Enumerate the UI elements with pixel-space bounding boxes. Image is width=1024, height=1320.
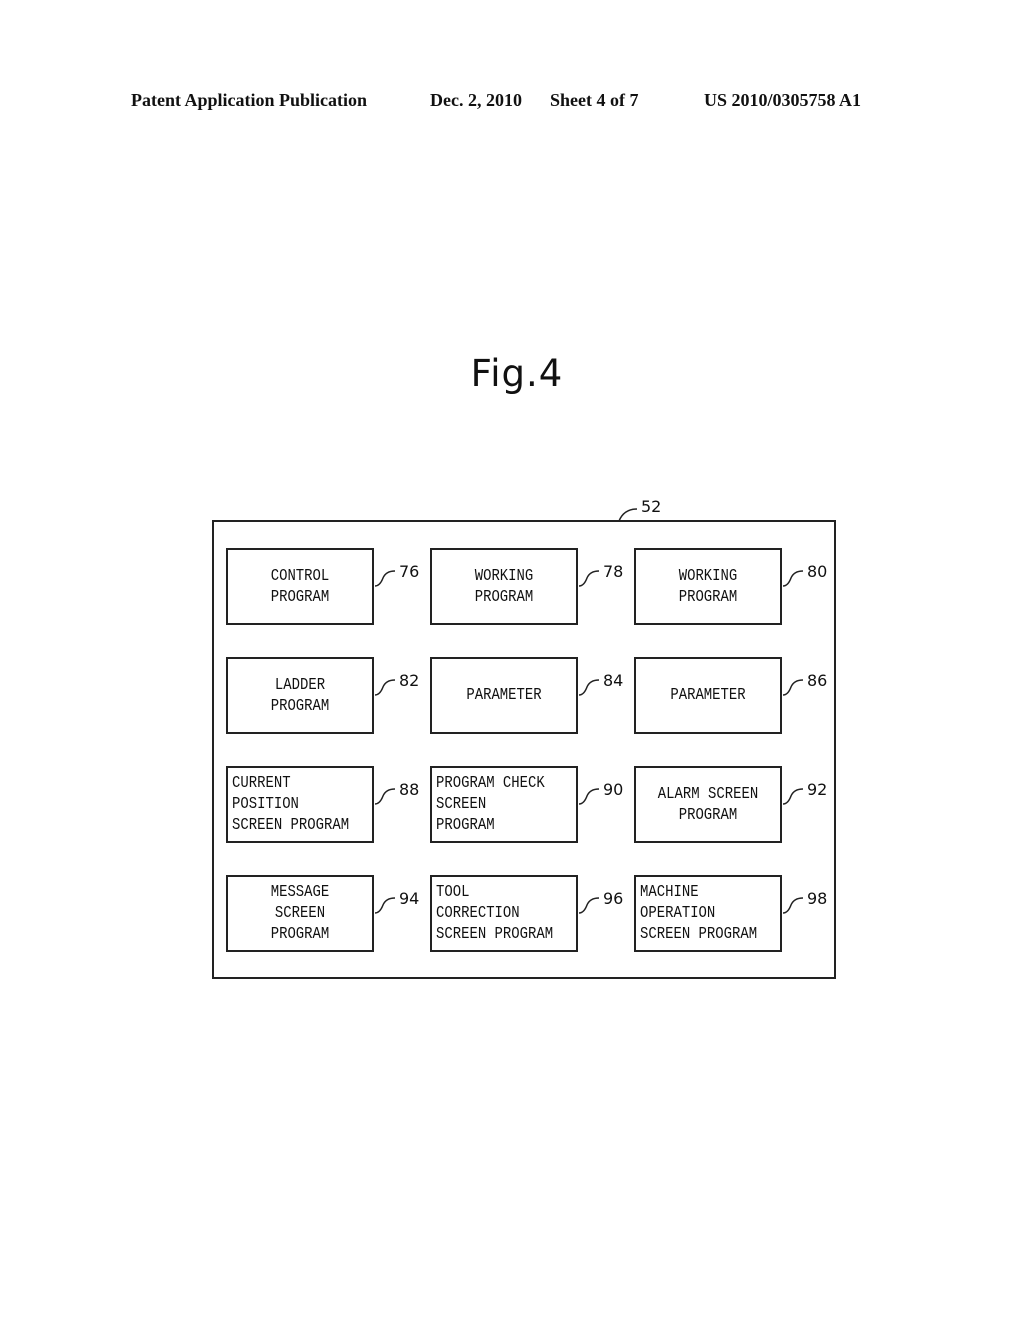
block-text-line: ALARM SCREEN [657, 784, 759, 804]
program-block-92: ALARM SCREEN PROGRAM [634, 766, 782, 843]
block-text-line: SCREEN PROGRAM [436, 925, 554, 944]
leader-line-86 [782, 679, 804, 696]
block-text-line: SCREEN PROGRAM [640, 925, 758, 944]
block-text-line: PROGRAM CHECK [436, 774, 545, 793]
leader-line-90 [578, 788, 600, 805]
leader-line-92 [782, 788, 804, 805]
publication-label: Patent Application Publication [131, 90, 368, 110]
ref-label-92: 92 [807, 780, 828, 799]
program-block-90: PROGRAM CHECK SCREEN PROGRAM [430, 766, 578, 843]
leader-line-82 [374, 679, 396, 696]
program-block-84: PARAMETER [430, 657, 578, 734]
ref-label-94: 94 [399, 889, 420, 908]
ref-label-96: 96 [603, 889, 624, 908]
block-text-line: MESSAGE [270, 883, 330, 902]
ref-label-90: 90 [603, 780, 624, 799]
leader-line-98 [782, 897, 804, 914]
block-text-line: CURRENT [232, 774, 291, 793]
leader-line-52 [618, 508, 638, 522]
block-text-line: PROGRAM [270, 587, 330, 607]
block-text-line: MACHINE [640, 883, 699, 902]
block-text-line: SCREEN [436, 795, 487, 814]
sheet-number: Sheet 4 of 7 [550, 90, 639, 110]
leader-line-88 [374, 788, 396, 805]
leader-line-80 [782, 570, 804, 587]
block-text-line: SCREEN [274, 904, 326, 923]
program-block-80: WORKING PROGRAM [634, 548, 782, 625]
block-text-line: PROGRAM [436, 816, 495, 835]
ref-label-80: 80 [807, 562, 828, 581]
ref-label-52: 52 [641, 497, 662, 516]
leader-line-96 [578, 897, 600, 914]
block-text-line: OPERATION [640, 904, 716, 923]
block-text-line: PARAMETER [670, 686, 746, 705]
patent-number: US 2010/0305758 A1 [704, 90, 862, 110]
block-text-line: TOOL [436, 883, 470, 902]
block-text-line: PROGRAM [270, 696, 330, 716]
block-text-line: PROGRAM [678, 587, 738, 607]
block-text-line: PROGRAM [678, 805, 738, 825]
ref-label-86: 86 [807, 671, 828, 690]
block-text-line: PROGRAM [474, 587, 534, 607]
leader-line-76 [374, 570, 396, 587]
block-text-line: PROGRAM [270, 925, 330, 944]
leader-line-94 [374, 897, 396, 914]
block-text-line: PARAMETER [466, 686, 542, 705]
block-text-line: CORRECTION [436, 904, 520, 923]
leader-line-78 [578, 570, 600, 587]
program-block-96: TOOL CORRECTION SCREEN PROGRAM [430, 875, 578, 952]
program-block-76: CONTROL PROGRAM [226, 548, 374, 625]
ref-label-76: 76 [399, 562, 420, 581]
block-text-line: WORKING [474, 566, 534, 586]
program-block-78: WORKING PROGRAM [430, 548, 578, 625]
ref-label-88: 88 [399, 780, 420, 799]
program-block-82: LADDER PROGRAM [226, 657, 374, 734]
ref-label-98: 98 [807, 889, 828, 908]
block-text-line: WORKING [678, 566, 738, 586]
figure-title: Fig.4 [470, 352, 564, 395]
block-text-line: LADDER [274, 675, 326, 695]
program-block-98: MACHINE OPERATION SCREEN PROGRAM [634, 875, 782, 952]
leader-line-84 [578, 679, 600, 696]
publication-date: Dec. 2, 2010 [430, 90, 522, 110]
block-text-line: POSITION [232, 795, 299, 814]
ref-label-84: 84 [603, 671, 624, 690]
block-text-line: SCREEN PROGRAM [232, 816, 350, 835]
program-block-88: CURRENT POSITION SCREEN PROGRAM [226, 766, 374, 843]
ref-label-78: 78 [603, 562, 624, 581]
program-block-86: PARAMETER [634, 657, 782, 734]
program-block-94: MESSAGE SCREEN PROGRAM [226, 875, 374, 952]
block-text-line: CONTROL [270, 566, 330, 586]
ref-label-82: 82 [399, 671, 420, 690]
